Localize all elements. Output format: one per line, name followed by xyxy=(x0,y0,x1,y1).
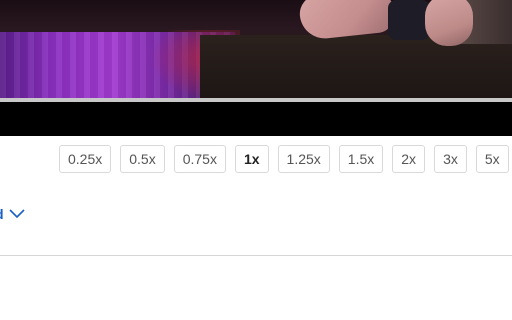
speed-button-2x[interactable]: 2x xyxy=(392,145,426,173)
video-dark-object xyxy=(388,0,430,40)
expand-toggle-label: d xyxy=(0,206,4,222)
speed-button-0.5x[interactable]: 0.5x xyxy=(120,145,165,173)
speed-button-1.5x[interactable]: 1.5x xyxy=(338,145,384,173)
video-hand-right xyxy=(425,0,473,46)
playback-speed-buttons: 0.25x 0.5x 0.75x 1x 1.25x 1.5x 2x 3x 5x xyxy=(59,145,509,175)
video-frame[interactable] xyxy=(0,0,512,99)
speed-button-1x[interactable]: 1x xyxy=(234,145,269,173)
section-divider xyxy=(0,255,512,256)
speed-button-5x[interactable]: 5x xyxy=(475,145,509,173)
speed-button-0.25x[interactable]: 0.25x xyxy=(59,145,112,173)
expand-toggle-link[interactable]: d xyxy=(0,206,25,222)
speed-button-1.25x[interactable]: 1.25x xyxy=(277,145,330,173)
player-controls-area xyxy=(0,102,512,136)
chevron-down-icon xyxy=(8,209,25,219)
speed-button-0.75x[interactable]: 0.75x xyxy=(173,145,226,173)
speed-button-3x[interactable]: 3x xyxy=(434,145,467,173)
video-table-surface xyxy=(200,35,512,99)
